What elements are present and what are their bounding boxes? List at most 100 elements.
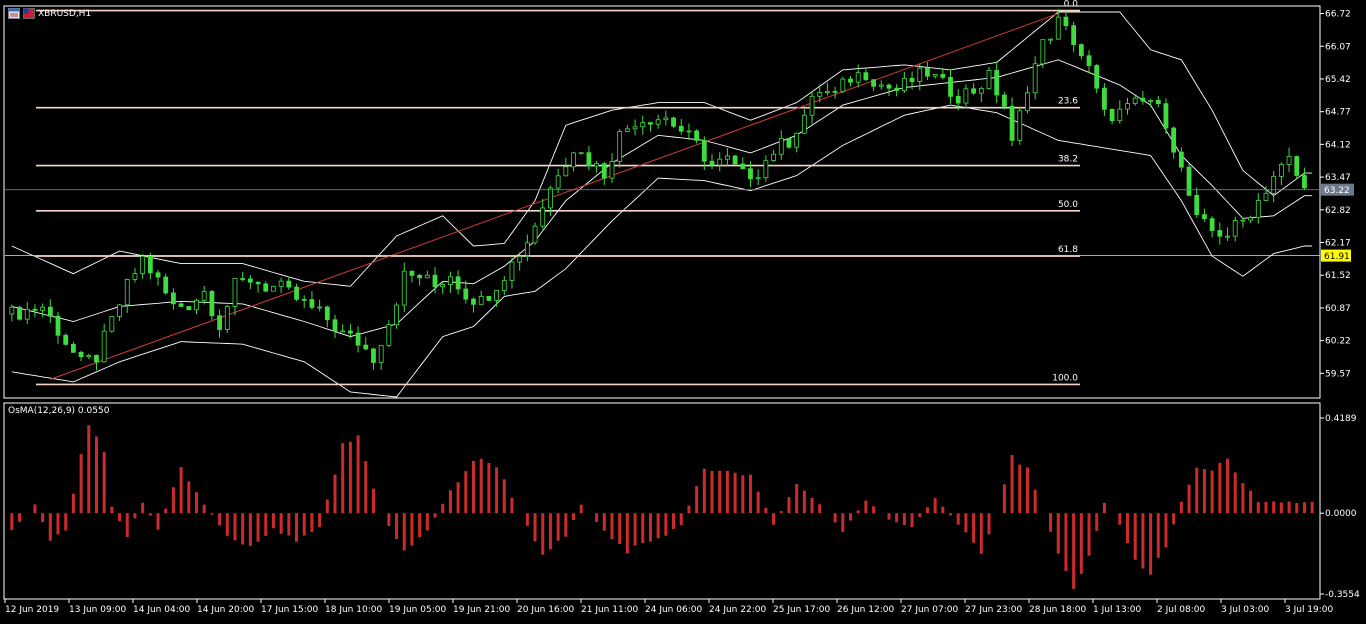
candle bbox=[124, 278, 130, 313]
candle bbox=[1302, 167, 1307, 190]
fib-level-label: 23.6 bbox=[1058, 97, 1078, 107]
time-tick-label: 2 Jul 08:00 bbox=[1157, 605, 1206, 615]
candle-body bbox=[278, 280, 284, 287]
candle-body bbox=[517, 256, 523, 263]
candle bbox=[232, 278, 238, 316]
candle-body bbox=[17, 306, 22, 320]
candle bbox=[755, 169, 761, 186]
candle bbox=[725, 148, 730, 167]
osma-histogram bbox=[10, 425, 1314, 589]
time-tick-label: 14 Jun 04:00 bbox=[133, 605, 190, 615]
candle-body bbox=[932, 74, 938, 77]
candle-body bbox=[640, 122, 646, 128]
fib-level-label: 50.0 bbox=[1058, 200, 1078, 210]
price-tick-label: 60.87 bbox=[1325, 304, 1351, 314]
candle bbox=[1155, 96, 1161, 108]
candle bbox=[586, 146, 592, 171]
candle bbox=[355, 326, 361, 353]
candle bbox=[986, 66, 992, 90]
candle bbox=[386, 320, 392, 348]
candle bbox=[786, 138, 792, 149]
candle-body bbox=[1117, 108, 1123, 122]
candle bbox=[624, 124, 630, 132]
candle bbox=[971, 83, 977, 96]
candle bbox=[809, 91, 815, 125]
candle-body bbox=[324, 306, 330, 321]
candle-body bbox=[532, 225, 538, 244]
candle-body bbox=[986, 70, 992, 89]
candle-body bbox=[655, 119, 661, 125]
candle-body bbox=[886, 84, 892, 89]
candle bbox=[640, 115, 646, 135]
candle bbox=[117, 304, 122, 321]
candle bbox=[832, 86, 838, 99]
candle-body bbox=[47, 306, 53, 317]
candle-body bbox=[763, 160, 769, 179]
time-tick-label: 18 Jun 10:00 bbox=[325, 605, 382, 615]
time-tick-label: 26 Jun 12:00 bbox=[837, 605, 894, 615]
candle-body bbox=[1048, 38, 1053, 41]
candle-body bbox=[948, 76, 953, 97]
chart-canvas[interactable]: 0.0 23.6 38.2 50.0 61.8 100.0 66.72 66.07 65.42… bbox=[0, 0, 1366, 621]
candle bbox=[324, 305, 330, 328]
candle bbox=[694, 129, 700, 144]
candle-body bbox=[155, 272, 161, 278]
candle bbox=[247, 275, 253, 290]
candle bbox=[948, 69, 953, 104]
candle bbox=[201, 286, 207, 305]
osma-tick-label: -0.3554 bbox=[1325, 590, 1360, 600]
osma-axis: 0.4189 0.0000 -0.3554 bbox=[1320, 414, 1360, 600]
candle bbox=[424, 270, 430, 279]
candle-body bbox=[501, 280, 507, 291]
candle-body bbox=[578, 152, 584, 155]
candle bbox=[194, 298, 199, 315]
candle bbox=[1063, 10, 1069, 31]
time-tick-label: 12 Jun 2019 bbox=[5, 605, 59, 615]
candle bbox=[1009, 97, 1015, 146]
candle-body bbox=[1148, 99, 1153, 102]
candle bbox=[540, 198, 546, 230]
trend-line[interactable] bbox=[50, 13, 1059, 380]
candle-body bbox=[1001, 94, 1007, 107]
candle bbox=[886, 83, 892, 97]
candle bbox=[24, 301, 30, 325]
candle-body bbox=[40, 306, 46, 311]
candle bbox=[994, 61, 1000, 103]
fib-level-label: 0.0 bbox=[1064, 0, 1079, 10]
candle bbox=[132, 268, 138, 283]
candle-body bbox=[1278, 164, 1284, 177]
candle-body bbox=[1286, 156, 1292, 165]
candle bbox=[32, 304, 38, 318]
candle bbox=[209, 290, 215, 320]
candle-body bbox=[1217, 230, 1223, 237]
candle-body bbox=[1132, 97, 1138, 104]
candle-body bbox=[347, 330, 353, 334]
fib-trend-line[interactable] bbox=[50, 13, 1059, 380]
candle-body bbox=[1040, 39, 1046, 65]
candle-body bbox=[440, 284, 446, 288]
candle bbox=[147, 252, 153, 280]
candle-body bbox=[309, 299, 315, 308]
price-tick-label: 63.47 bbox=[1325, 173, 1351, 183]
candle-body bbox=[709, 160, 715, 166]
candle-body bbox=[548, 187, 553, 209]
candle-body bbox=[1094, 65, 1100, 89]
candle bbox=[1040, 39, 1046, 69]
candle bbox=[471, 297, 476, 313]
candle-body bbox=[147, 255, 153, 274]
candle-body bbox=[1163, 103, 1169, 129]
candle-body bbox=[386, 324, 392, 346]
candle bbox=[371, 347, 376, 370]
candle-body bbox=[1255, 200, 1261, 219]
candle-body bbox=[94, 354, 99, 363]
candle-body bbox=[494, 290, 499, 301]
candle bbox=[294, 283, 299, 302]
chart-window-icon[interactable] bbox=[8, 8, 20, 19]
candle bbox=[571, 151, 576, 172]
candle-body bbox=[540, 207, 546, 227]
candle-body bbox=[771, 153, 776, 162]
candle bbox=[1248, 215, 1253, 223]
time-tick-label: 21 Jun 11:00 bbox=[581, 605, 638, 615]
candle-body bbox=[794, 132, 800, 148]
candle-body bbox=[301, 298, 307, 301]
